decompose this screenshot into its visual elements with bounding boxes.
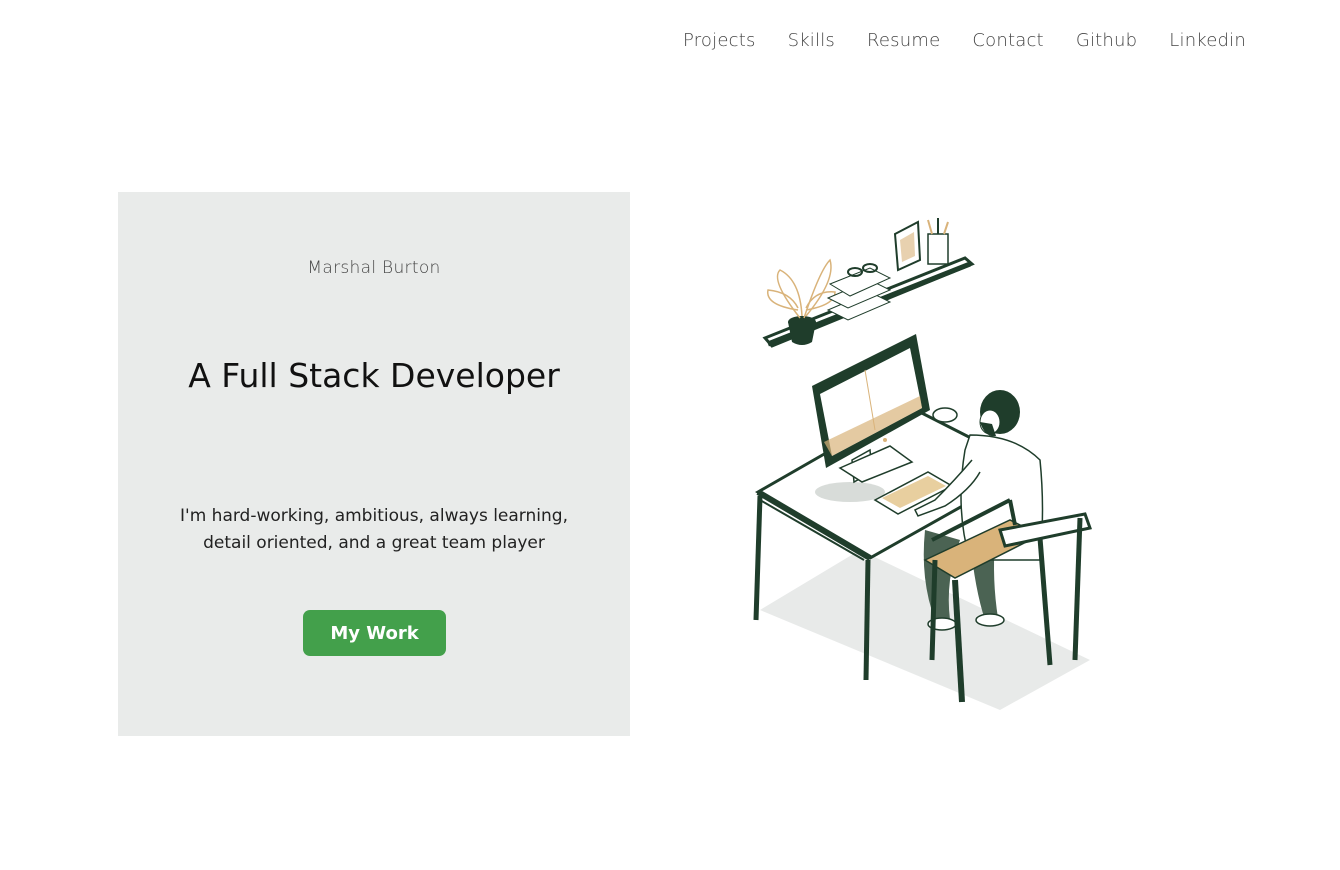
my-work-button[interactable]: My Work <box>303 610 446 656</box>
nav-link-linkedin[interactable]: Linkedin <box>1169 30 1246 51</box>
top-navigation: Projects Skills Resume Contact Github Li… <box>683 30 1246 51</box>
nav-link-resume[interactable]: Resume <box>867 30 940 51</box>
nav-link-projects[interactable]: Projects <box>683 30 756 51</box>
nav-link-skills[interactable]: Skills <box>788 30 835 51</box>
hero-description: I'm hard-working, ambitious, always lear… <box>180 506 568 553</box>
nav-link-contact[interactable]: Contact <box>972 30 1043 51</box>
hero-title: A Full Stack Developer <box>188 356 560 395</box>
hero-name: Marshal Burton <box>307 258 441 278</box>
portfolio-page: Projects Skills Resume Contact Github Li… <box>0 0 1340 870</box>
developer-desk-illustration <box>753 218 1092 710</box>
hero-card: Marshal Burton A Full Stack Developer I'… <box>118 192 630 736</box>
nav-link-github[interactable]: Github <box>1076 30 1137 51</box>
